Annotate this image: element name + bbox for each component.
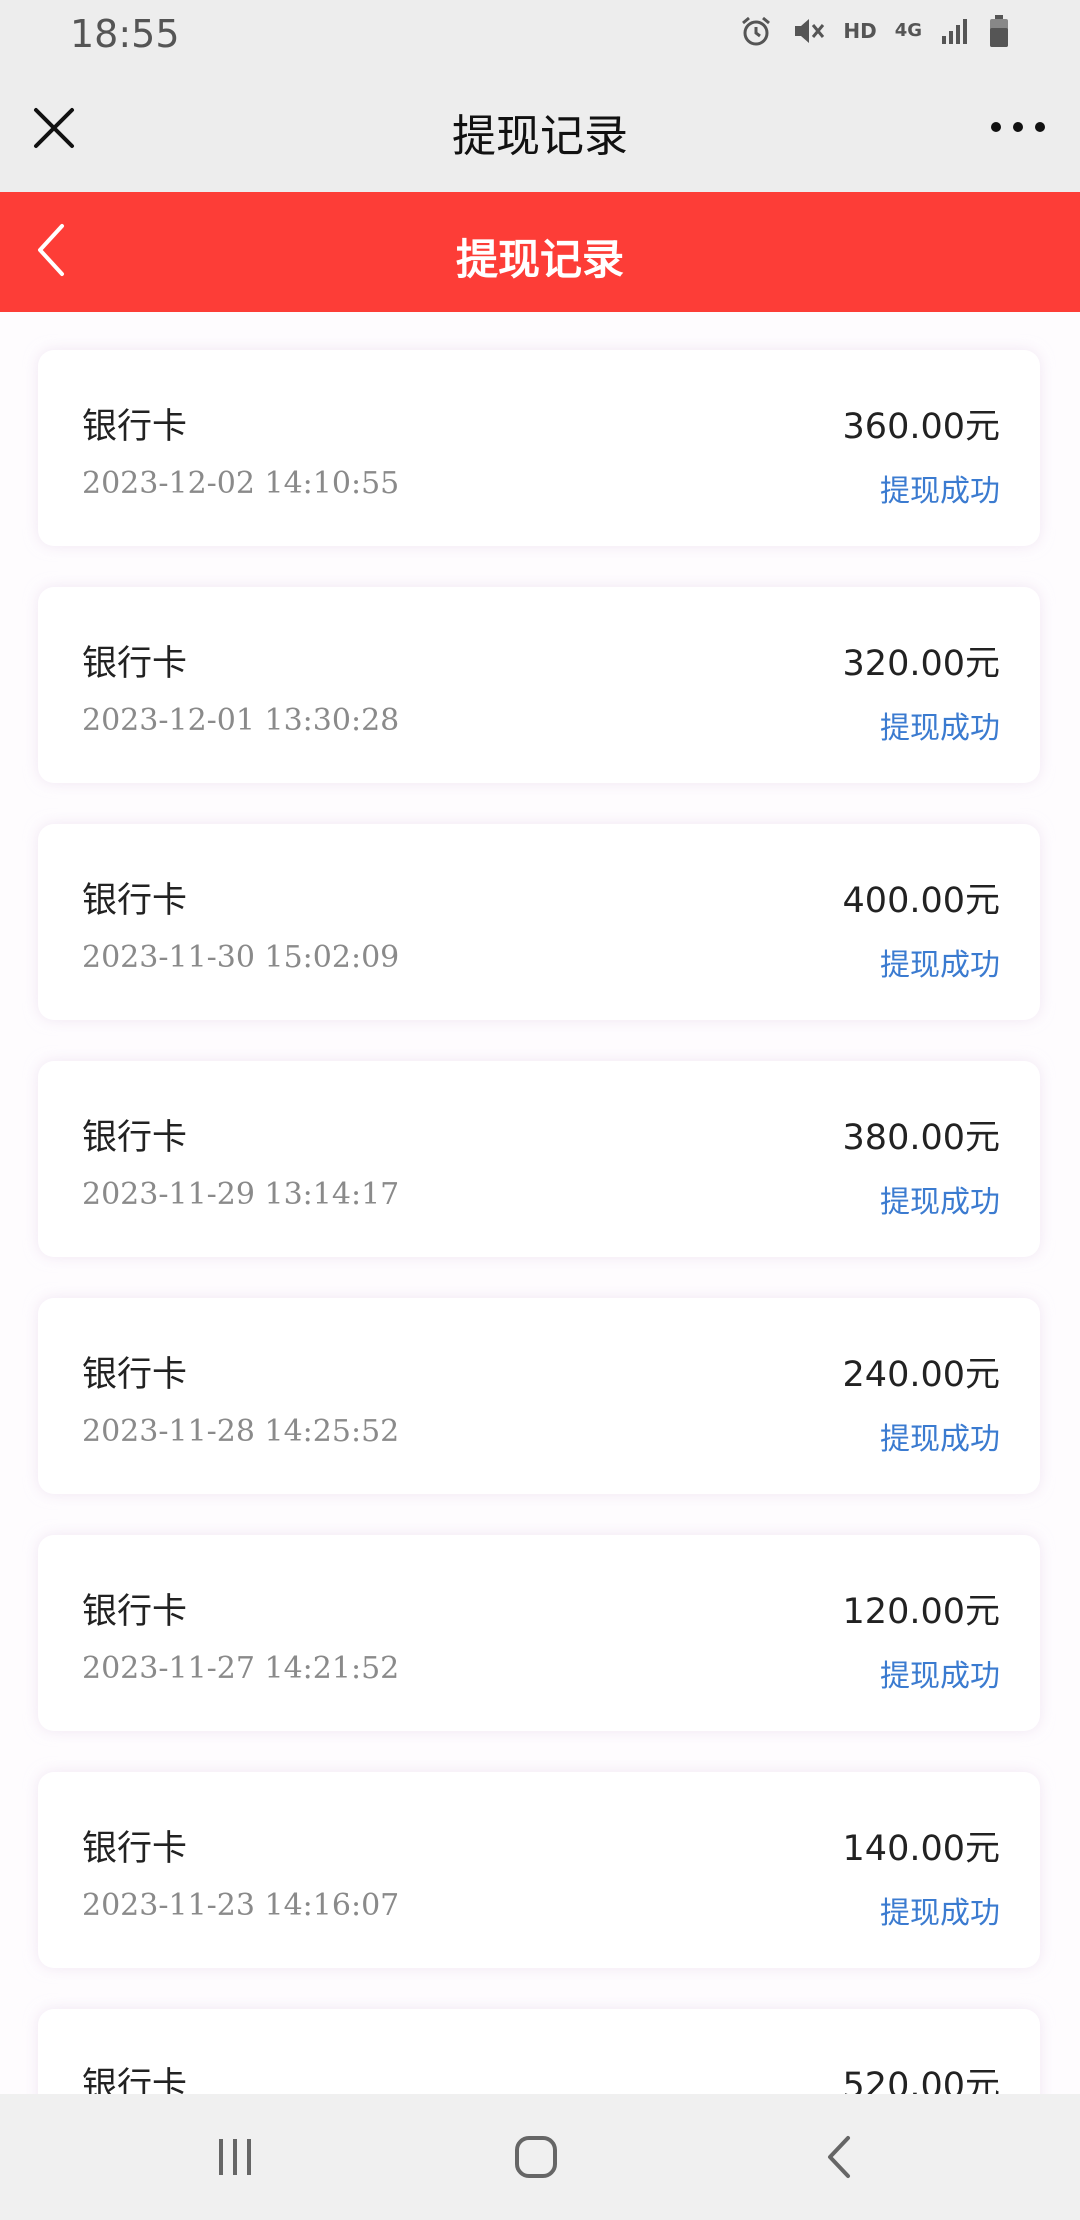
record-card[interactable]: 银行卡 240.00元 2023-11-28 14:25:52 提现成功 <box>38 1298 1040 1494</box>
record-time: 2023-11-23 14:16:07 <box>82 1888 400 1923</box>
signal-icon <box>942 19 967 44</box>
record-method: 银行卡 <box>82 881 188 921</box>
red-header: 提现记录 <box>0 192 1080 312</box>
record-status: 提现成功 <box>880 948 1000 983</box>
record-card[interactable]: 银行卡 380.00元 2023-11-29 13:14:17 提现成功 <box>38 1061 1040 1257</box>
hd-label: HD <box>843 19 877 43</box>
home-icon <box>515 2136 557 2178</box>
recents-icon <box>219 2139 251 2175</box>
record-amount: 380.00元 <box>842 1118 1000 1158</box>
record-amount: 120.00元 <box>842 1592 1000 1632</box>
record-status: 提现成功 <box>880 1659 1000 1694</box>
record-amount: 400.00元 <box>842 881 1000 921</box>
record-status: 提现成功 <box>880 1185 1000 1220</box>
record-card[interactable]: 银行卡 140.00元 2023-11-23 14:16:07 提现成功 <box>38 1772 1040 1968</box>
network-label: 4G <box>894 20 922 41</box>
more-button[interactable] <box>986 112 1050 142</box>
status-time: 18:55 <box>70 12 180 56</box>
record-status: 提现成功 <box>880 711 1000 746</box>
record-time: 2023-11-28 14:25:52 <box>82 1414 400 1449</box>
record-card[interactable]: 银行卡 520.00元 <box>38 2009 1040 2094</box>
record-time: 2023-12-01 13:30:28 <box>82 703 400 738</box>
record-time: 2023-11-29 13:14:17 <box>82 1177 400 1212</box>
more-icon <box>991 122 1045 132</box>
phone-screen: 18:55 HD 4G 提现记录 提现记录 银行卡 360.00元 2023-1… <box>0 0 1080 2220</box>
record-amount: 360.00元 <box>842 407 1000 447</box>
record-amount: 240.00元 <box>842 1355 1000 1395</box>
withdrawal-record-list[interactable]: 银行卡 360.00元 2023-12-02 14:10:55 提现成功 银行卡… <box>0 312 1080 2094</box>
record-method: 银行卡 <box>82 1592 188 1632</box>
record-method: 银行卡 <box>82 1355 188 1395</box>
header-title: 提现记录 <box>455 235 624 284</box>
title-bar: 提现记录 <box>0 68 1080 192</box>
record-status: 提现成功 <box>880 1896 1000 1931</box>
record-amount: 520.00元 <box>842 2066 1000 2094</box>
record-method: 银行卡 <box>82 1118 188 1158</box>
nav-back-button[interactable] <box>800 2124 880 2190</box>
back-icon <box>828 2136 850 2178</box>
record-card[interactable]: 银行卡 120.00元 2023-11-27 14:21:52 提现成功 <box>38 1535 1040 1731</box>
status-bar: 18:55 HD 4G <box>0 0 1080 68</box>
record-amount: 140.00元 <box>842 1829 1000 1869</box>
record-time: 2023-12-02 14:10:55 <box>82 466 400 501</box>
page-title: 提现记录 <box>452 111 628 162</box>
record-status: 提现成功 <box>880 1422 1000 1457</box>
record-card[interactable]: 银行卡 320.00元 2023-12-01 13:30:28 提现成功 <box>38 587 1040 783</box>
recents-button[interactable] <box>195 2124 275 2190</box>
record-method: 银行卡 <box>82 2066 188 2094</box>
record-time: 2023-11-30 15:02:09 <box>82 940 400 975</box>
alarm-icon <box>742 16 771 46</box>
battery-icon <box>990 15 1008 47</box>
record-card[interactable]: 银行卡 360.00元 2023-12-02 14:10:55 提现成功 <box>38 350 1040 546</box>
record-method: 银行卡 <box>82 407 188 447</box>
record-card[interactable]: 银行卡 400.00元 2023-11-30 15:02:09 提现成功 <box>38 824 1040 1020</box>
status-icons: HD 4G <box>739 14 1010 48</box>
record-time: 2023-11-27 14:21:52 <box>82 1651 400 1686</box>
record-method: 银行卡 <box>82 644 188 684</box>
record-method: 银行卡 <box>82 1829 188 1869</box>
record-status: 提现成功 <box>880 474 1000 509</box>
home-button[interactable] <box>496 2124 576 2190</box>
navigation-bar <box>0 2094 1080 2220</box>
mute-icon <box>795 19 825 43</box>
record-amount: 320.00元 <box>842 644 1000 684</box>
